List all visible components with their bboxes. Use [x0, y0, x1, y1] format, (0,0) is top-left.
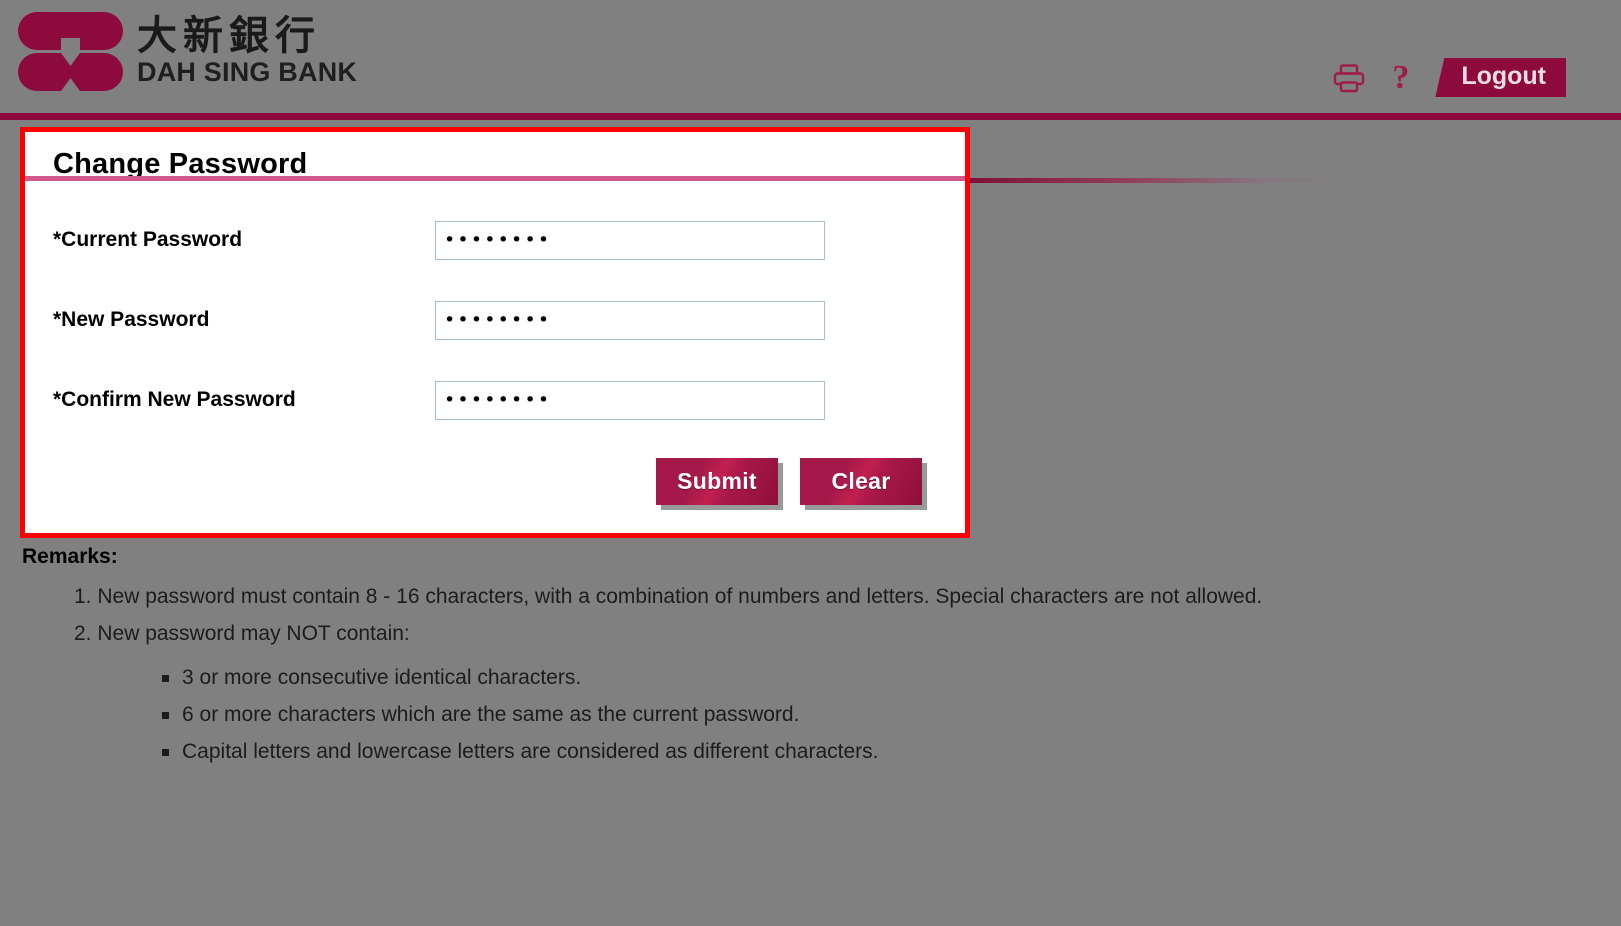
remarks-title: Remarks: — [22, 545, 118, 568]
remarks-sub-item-3: Capital letters and lowercase letters ar… — [162, 733, 1582, 770]
brand-wordmark: 大新銀行 DAH SING BANK — [137, 15, 357, 88]
remarks-item-2-text: 2. New password may NOT contain: — [74, 621, 410, 645]
title-underline-extension — [967, 178, 1337, 183]
page-header: 大新銀行 DAH SING BANK ? Logout — [0, 0, 1621, 120]
header-divider — [0, 113, 1621, 120]
submit-button[interactable]: Submit — [656, 458, 778, 505]
brand-name-cn: 大新銀行 — [137, 13, 321, 60]
change-password-card: Change Password *Current Password *New P… — [23, 130, 967, 535]
form-row-current-password: *Current Password — [23, 200, 967, 280]
remarks-item-1: 1. New password must contain 8 - 16 char… — [74, 585, 1263, 608]
remarks-sub-list: 3 or more consecutive identical characte… — [74, 659, 1582, 771]
remarks-list: 1. New password must contain 8 - 16 char… — [22, 579, 1582, 771]
password-form: *Current Password *New Password *Confirm… — [23, 200, 967, 440]
form-actions: Submit Clear — [23, 458, 967, 505]
question-mark-icon[interactable]: ? — [1392, 60, 1409, 95]
label-current-password: *Current Password — [53, 228, 243, 251]
current-password-input[interactable] — [435, 220, 825, 260]
logout-button[interactable]: Logout — [1435, 58, 1566, 97]
header-tools: ? Logout — [1332, 58, 1566, 97]
brand-logo-block[interactable]: 大新銀行 DAH SING BANK — [18, 8, 357, 93]
clear-button[interactable]: Clear — [800, 458, 922, 505]
new-password-input[interactable] — [435, 300, 825, 340]
remarks-section: Remarks: 1. New password must contain 8 … — [22, 545, 1582, 771]
confirm-new-password-input[interactable] — [435, 380, 825, 420]
dah-sing-logo-icon — [18, 8, 123, 93]
brand-name-en: DAH SING BANK — [137, 57, 358, 88]
remarks-item-2: 2. New password may NOT contain: 3 or mo… — [74, 616, 1582, 771]
form-row-new-password: *New Password — [23, 280, 967, 360]
form-row-confirm-new-password: *Confirm New Password — [23, 360, 967, 440]
remarks-sub-item-2: 6 or more characters which are the same … — [162, 696, 1582, 733]
remarks-sub-item-1: 3 or more consecutive identical characte… — [162, 659, 1582, 696]
title-underline — [23, 176, 967, 181]
label-confirm-new-password: *Confirm New Password — [53, 388, 296, 411]
label-new-password: *New Password — [53, 308, 210, 331]
printer-icon[interactable] — [1332, 63, 1366, 93]
